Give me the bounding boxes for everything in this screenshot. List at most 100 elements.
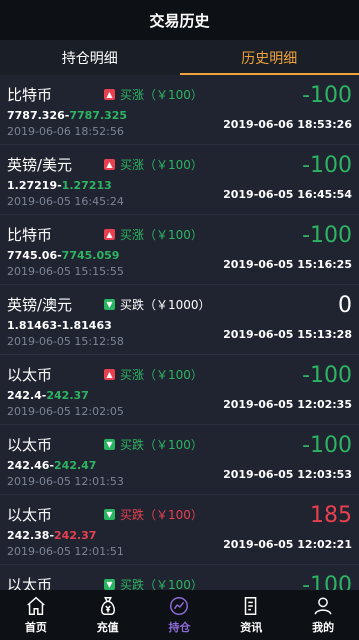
profit-value: -100 (302, 83, 352, 108)
direction-badge: ▲ 买涨（￥100） (104, 226, 203, 243)
direction-label: 买跌（￥100） (120, 508, 203, 522)
profit-value: -100 (302, 433, 352, 458)
asset-name: 英镑/美元 (7, 156, 73, 174)
direction-badge: ▼ 买跌（￥100） (104, 576, 203, 590)
close-time: 2019-06-05 16:45:54 (223, 188, 352, 201)
history-list[interactable]: 比特币 ▲ 买涨（￥100） 7787.326-7787.325 2019-06-06 … (0, 75, 359, 590)
open-price: 1.27219- (7, 179, 62, 192)
arrow-up-icon: ▲ (104, 89, 115, 100)
history-row[interactable]: 比特币 ▲ 买涨（￥100） 7787.326-7787.325 2019-06-06 … (0, 75, 359, 145)
open-price: 7745.06- (7, 249, 62, 262)
close-price: 7787.325 (69, 109, 128, 122)
history-row[interactable]: 以太币 ▼ 买跌（￥100） 242.38-242.37 2019-06-05 12:0… (0, 495, 359, 565)
nav-label: 资讯 (240, 621, 263, 634)
asset-name: 以太币 (7, 576, 53, 590)
arrow-up-icon: ▲ (104, 159, 115, 170)
direction-badge: ▲ 买涨（￥100） (104, 366, 203, 383)
close-time: 2019-06-05 12:03:53 (223, 468, 352, 481)
bottom-nav: 首页 充值 持仓 资讯 我的 (0, 590, 359, 640)
close-price: 7745.059 (61, 249, 120, 262)
open-price: 242.4- (7, 389, 47, 402)
open-time: 2019-06-06 18:52:56 (7, 125, 124, 138)
direction-label: 买涨（￥100） (120, 158, 203, 172)
nav-label: 持仓 (168, 621, 191, 634)
close-price: 1.81463 (61, 319, 112, 332)
price-range: 7787.326-7787.325 (7, 109, 127, 122)
close-time: 2019-06-05 12:02:35 (223, 398, 352, 411)
nav-recharge[interactable]: 充值 (72, 590, 144, 640)
page-title: 交易历史 (149, 11, 210, 30)
arrow-down-icon: ▼ (104, 579, 115, 590)
nav-me[interactable]: 我的 (287, 590, 359, 640)
open-price: 242.38- (7, 529, 55, 542)
direction-badge: ▼ 买跌（￥100） (104, 436, 203, 453)
arrow-up-icon: ▲ (104, 369, 115, 380)
direction-badge: ▼ 买跌（￥100） (104, 506, 203, 523)
close-price: 242.37 (46, 389, 89, 402)
open-price: 1.81463- (7, 319, 62, 332)
asset-name: 以太币 (7, 436, 53, 454)
history-row[interactable]: 以太币 ▼ 买跌（￥100） -100 (0, 565, 359, 590)
price-range: 1.81463-1.81463 (7, 319, 112, 332)
direction-label: 买涨（￥100） (120, 228, 203, 242)
open-time: 2019-06-05 16:45:24 (7, 195, 124, 208)
profit-value: 0 (338, 293, 352, 318)
direction-label: 买跌（￥100） (120, 578, 203, 590)
direction-label: 买跌（￥100） (120, 438, 203, 452)
history-row[interactable]: 以太币 ▼ 买跌（￥100） 242.46-242.47 2019-06-05 12:0… (0, 425, 359, 495)
nav-label: 首页 (24, 621, 47, 634)
user-icon (314, 597, 332, 615)
close-time: 2019-06-05 15:13:28 (223, 328, 352, 341)
news-icon (245, 597, 257, 615)
history-row[interactable]: 英镑/澳元 ▼ 买跌（￥1000） 1.81463-1.81463 2019-06-05… (0, 285, 359, 355)
nav-label: 充值 (96, 621, 119, 634)
price-range: 242.46-242.47 (7, 459, 96, 472)
direction-badge: ▼ 买跌（￥1000） (104, 296, 211, 313)
nav-news[interactable]: 资讯 (215, 590, 287, 640)
profit-value: -100 (302, 363, 352, 388)
history-row[interactable]: 英镑/美元 ▲ 买涨（￥100） 1.27219-1.27213 2019-06-05 … (0, 145, 359, 215)
open-time: 2019-06-05 15:15:55 (7, 265, 124, 278)
close-time: 2019-06-05 15:16:25 (223, 258, 352, 271)
close-time: 2019-06-06 18:53:26 (223, 118, 352, 131)
open-time: 2019-06-05 12:02:05 (7, 405, 124, 418)
price-range: 7745.06-7745.059 (7, 249, 119, 262)
tab-history[interactable]: 历史明细 (179, 40, 359, 75)
direction-badge: ▲ 买涨（￥100） (104, 86, 203, 103)
direction-label: 买涨（￥100） (120, 88, 203, 102)
history-row[interactable]: 比特币 ▲ 买涨（￥100） 7745.06-7745.059 2019-06-05 1… (0, 215, 359, 285)
tab-bar: 持仓明细 历史明细 (0, 40, 359, 75)
close-price: 1.27213 (61, 179, 112, 192)
direction-label: 买跌（￥1000） (120, 298, 211, 312)
profit-value: -100 (302, 573, 352, 590)
open-time: 2019-06-05 12:01:51 (7, 545, 124, 558)
arrow-up-icon: ▲ (104, 229, 115, 240)
close-price: 242.37 (54, 529, 97, 542)
nav-label: 我的 (312, 621, 335, 634)
tab-positions[interactable]: 持仓明细 (0, 40, 180, 75)
nav-home[interactable]: 首页 (0, 590, 72, 640)
chart-icon (170, 597, 189, 615)
close-price: 242.47 (54, 459, 97, 472)
asset-name: 以太币 (7, 506, 53, 524)
price-range: 242.4-242.37 (7, 389, 89, 402)
close-time: 2019-06-05 12:02:21 (223, 538, 352, 551)
arrow-down-icon: ▼ (104, 439, 115, 450)
history-row[interactable]: 以太币 ▲ 买涨（￥100） 242.4-242.37 2019-06-05 12:02… (0, 355, 359, 425)
asset-name: 以太币 (7, 366, 53, 384)
direction-label: 买涨（￥100） (120, 368, 203, 382)
direction-badge: ▲ 买涨（￥100） (104, 156, 203, 173)
price-range: 242.38-242.37 (7, 529, 96, 542)
profit-value: -100 (302, 223, 352, 248)
price-range: 1.27219-1.27213 (7, 179, 112, 192)
profit-value: 185 (310, 503, 352, 528)
money-bag-icon (100, 597, 115, 615)
home-icon (27, 596, 45, 615)
asset-name: 比特币 (7, 226, 53, 244)
open-time: 2019-06-05 12:01:53 (7, 475, 124, 488)
nav-positions[interactable]: 持仓 (144, 590, 216, 640)
open-time: 2019-06-05 15:12:58 (7, 335, 124, 348)
open-price: 7787.326- (7, 109, 70, 122)
asset-name: 比特币 (7, 86, 53, 104)
app-header: 交易历史 (0, 0, 359, 40)
